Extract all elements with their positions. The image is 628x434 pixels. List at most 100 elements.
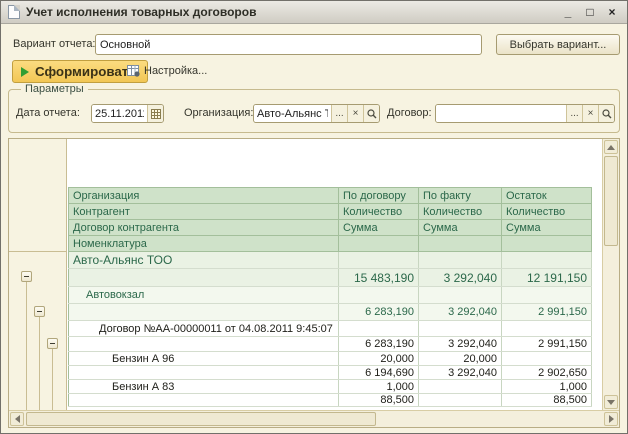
scroll-up-button[interactable] xyxy=(604,140,618,154)
scroll-right-button[interactable] xyxy=(604,412,618,426)
horizontal-scrollbar[interactable] xyxy=(9,410,619,427)
report-cell[interactable] xyxy=(69,394,339,407)
report-cell[interactable]: 3 292,040 xyxy=(419,269,502,287)
report-date-field xyxy=(91,104,164,123)
report-cell[interactable]: Автовокзал xyxy=(69,287,339,304)
contract-input[interactable] xyxy=(436,105,566,122)
header-cell[interactable] xyxy=(502,236,592,252)
organization-input[interactable] xyxy=(254,105,331,122)
report-header-row: Номенклатура xyxy=(69,236,592,252)
report-cell[interactable]: 88,500 xyxy=(502,394,592,407)
report-cell[interactable]: 2 902,650 xyxy=(502,366,592,380)
collapse-group-button[interactable] xyxy=(34,306,45,317)
horizontal-scroll-thumb[interactable] xyxy=(26,412,376,426)
search-icon xyxy=(367,109,377,119)
arrow-right-icon xyxy=(609,415,614,423)
header-cell[interactable]: Количество xyxy=(339,204,419,220)
contract-clear-button[interactable]: × xyxy=(582,105,598,122)
report-cell[interactable]: 1,000 xyxy=(502,380,592,394)
report-cell[interactable]: 2 991,150 xyxy=(502,337,592,352)
report-cell[interactable] xyxy=(419,380,502,394)
organization-field: ... × xyxy=(253,104,380,123)
report-cell[interactable]: 6 283,190 xyxy=(339,304,419,321)
header-cell[interactable] xyxy=(339,236,419,252)
report-cell[interactable] xyxy=(419,287,502,304)
settings-button[interactable]: Настройка... xyxy=(127,64,207,77)
maximize-button[interactable]: □ xyxy=(582,5,598,19)
report-table-header: ОрганизацияПо договоруПо фактуОстаток Кон… xyxy=(69,188,592,252)
report-cell[interactable] xyxy=(419,394,502,407)
header-cell[interactable]: По факту xyxy=(419,188,502,204)
header-cell[interactable]: Остаток xyxy=(502,188,592,204)
report-cell[interactable] xyxy=(69,304,339,321)
report-date-label: Дата отчета: xyxy=(16,107,80,119)
report-cell[interactable] xyxy=(502,287,592,304)
report-cell[interactable] xyxy=(69,337,339,352)
vertical-scroll-thumb[interactable] xyxy=(604,156,618,246)
header-cell[interactable]: Количество xyxy=(419,204,502,220)
report-cell[interactable]: Авто-Альянс ТОО xyxy=(69,252,339,269)
report-header-row: Договор контрагентаСуммаСуммаСумма xyxy=(69,220,592,236)
minimize-button[interactable]: _ xyxy=(560,5,576,19)
header-cell[interactable]: Сумма xyxy=(502,220,592,236)
report-cell[interactable] xyxy=(419,252,502,269)
report-cell[interactable]: 15 483,190 xyxy=(339,269,419,287)
report-cell[interactable]: 20,000 xyxy=(419,352,502,366)
variant-input[interactable] xyxy=(95,34,482,55)
report-cell[interactable] xyxy=(339,287,419,304)
report-cell[interactable]: 6 194,690 xyxy=(339,366,419,380)
close-button[interactable]: × xyxy=(604,5,620,19)
report-cell[interactable]: 12 191,150 xyxy=(502,269,592,287)
report-cell[interactable]: 88,500 xyxy=(339,394,419,407)
report-cell[interactable]: 6 283,190 xyxy=(339,337,419,352)
contract-select-button[interactable]: ... xyxy=(566,105,582,122)
minus-icon xyxy=(50,343,55,344)
header-cell[interactable]: Сумма xyxy=(419,220,502,236)
report-row: 88,500 88,500 xyxy=(69,394,592,407)
play-icon xyxy=(21,67,29,77)
choose-variant-button[interactable]: Выбрать вариант... xyxy=(496,34,620,55)
report-cell[interactable] xyxy=(502,321,592,337)
vertical-scrollbar[interactable] xyxy=(602,139,619,410)
scroll-left-button[interactable] xyxy=(10,412,24,426)
organization-clear-button[interactable]: × xyxy=(347,105,363,122)
report-cell[interactable]: 20,000 xyxy=(339,352,419,366)
report-cell[interactable] xyxy=(502,352,592,366)
report-cell[interactable]: Бензин А 83 xyxy=(69,380,339,394)
report-cell[interactable] xyxy=(339,321,419,337)
collapse-group-button[interactable] xyxy=(21,271,32,282)
header-cell[interactable] xyxy=(419,236,502,252)
header-cell[interactable]: Организация xyxy=(69,188,339,204)
contract-label: Договор: xyxy=(387,107,432,119)
report-cell[interactable]: Бензин А 96 xyxy=(69,352,339,366)
arrow-down-icon xyxy=(607,400,615,405)
report-row: Авто-Альянс ТОО xyxy=(69,252,592,269)
header-cell[interactable]: Контрагент xyxy=(69,204,339,220)
report-cell[interactable]: Договор №АА-00000011 от 04.08.2011 9:45:… xyxy=(69,321,339,337)
report-cell[interactable]: 3 292,040 xyxy=(419,337,502,352)
scroll-down-button[interactable] xyxy=(604,395,618,409)
header-cell[interactable]: По договору xyxy=(339,188,419,204)
organization-search-button[interactable] xyxy=(363,105,379,122)
report-cell[interactable] xyxy=(419,321,502,337)
report-cell[interactable] xyxy=(502,252,592,269)
organization-select-button[interactable]: ... xyxy=(331,105,347,122)
report-table-body: Авто-Альянс ТОО15 483,1903 292,04012 191… xyxy=(69,252,592,407)
report-cell[interactable]: 3 292,040 xyxy=(419,304,502,321)
header-cell[interactable]: Договор контрагента xyxy=(69,220,339,236)
titlebar[interactable]: Учет исполнения товарных договоров _ □ × xyxy=(1,1,627,24)
report-cell[interactable] xyxy=(69,366,339,380)
report-cell[interactable] xyxy=(339,252,419,269)
report-cell[interactable]: 2 991,150 xyxy=(502,304,592,321)
calendar-button[interactable] xyxy=(147,105,163,122)
header-cell[interactable]: Номенклатура xyxy=(69,236,339,252)
report-cell[interactable]: 1,000 xyxy=(339,380,419,394)
collapse-group-button[interactable] xyxy=(47,338,58,349)
report-cell[interactable]: 3 292,040 xyxy=(419,366,502,380)
header-cell[interactable]: Количество xyxy=(502,204,592,220)
report-row: Автовокзал xyxy=(69,287,592,304)
report-date-input[interactable] xyxy=(92,105,147,122)
header-cell[interactable]: Сумма xyxy=(339,220,419,236)
report-cell[interactable] xyxy=(69,269,339,287)
contract-search-button[interactable] xyxy=(598,105,614,122)
